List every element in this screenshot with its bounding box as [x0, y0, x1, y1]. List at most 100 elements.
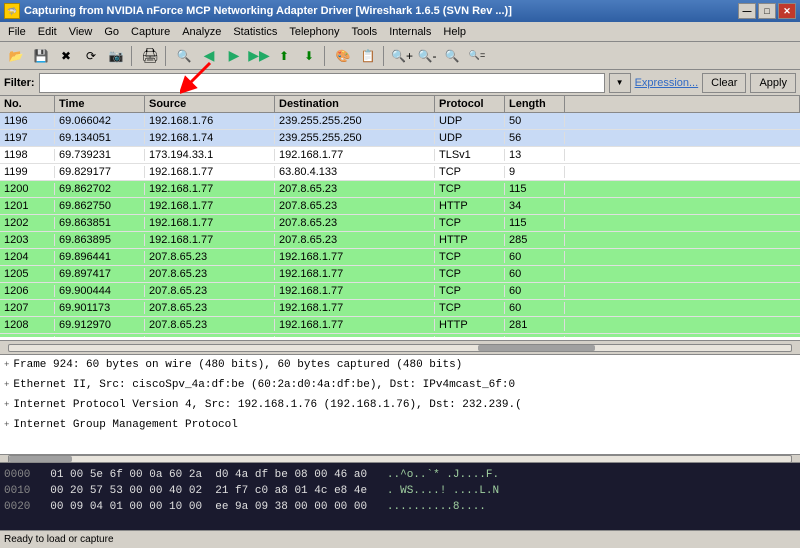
- header-destination[interactable]: Destination: [275, 96, 435, 112]
- minimize-button[interactable]: —: [738, 3, 756, 19]
- back-button[interactable]: ◀: [197, 45, 221, 67]
- cell-len: 285: [505, 234, 565, 246]
- menu-edit[interactable]: Edit: [32, 24, 63, 40]
- expand-icon[interactable]: +: [4, 380, 9, 390]
- menu-telephony[interactable]: Telephony: [283, 24, 345, 40]
- packet-detail: + Frame 924: 60 bytes on wire (480 bits)…: [0, 355, 800, 455]
- cell-len: 9: [505, 166, 565, 178]
- menu-view[interactable]: View: [63, 24, 99, 40]
- colorize-button[interactable]: 🎨: [331, 45, 355, 67]
- expression-button[interactable]: Expression...: [635, 77, 699, 89]
- window-title: Capturing from NVIDIA nForce MCP Network…: [24, 5, 512, 17]
- zoom-out-button[interactable]: 🔍-: [415, 45, 439, 67]
- cell-len: 50: [505, 115, 565, 127]
- detail-row[interactable]: + Internet Protocol Version 4, Src: 192.…: [0, 395, 800, 415]
- table-row[interactable]: 1203 69.863895 192.168.1.77 207.8.65.23 …: [0, 232, 800, 249]
- save-button[interactable]: 💾: [29, 45, 53, 67]
- zoom-reset-button[interactable]: 🔍: [440, 45, 464, 67]
- find-button[interactable]: 🔍: [172, 45, 196, 67]
- menu-analyze[interactable]: Analyze: [176, 24, 227, 40]
- toolbar-separator-3: [324, 46, 328, 66]
- cell-proto: TCP: [435, 183, 505, 195]
- last-button[interactable]: ⬇: [297, 45, 321, 67]
- forward-button[interactable]: ▶: [222, 45, 246, 67]
- maximize-button[interactable]: □: [758, 3, 776, 19]
- cell-no: 1208: [0, 319, 55, 331]
- table-row[interactable]: 1202 69.863851 192.168.1.77 207.8.65.23 …: [0, 215, 800, 232]
- filter-bar: Filter: ▼ Expression... Clear Apply: [0, 70, 800, 96]
- auto-scroll-button[interactable]: 📋: [356, 45, 380, 67]
- detail-row[interactable]: + Frame 924: 60 bytes on wire (480 bits)…: [0, 355, 800, 375]
- cell-src: 192.168.1.77: [145, 183, 275, 195]
- close-capture-button[interactable]: ✖: [54, 45, 78, 67]
- header-info[interactable]: [565, 96, 800, 112]
- table-row[interactable]: 1205 69.897417 207.8.65.23 192.168.1.77 …: [0, 266, 800, 283]
- filter-dropdown[interactable]: ▼: [609, 73, 631, 93]
- menu-capture[interactable]: Capture: [125, 24, 176, 40]
- hex-addr: 0000: [4, 469, 30, 481]
- packet-detail-hscroll[interactable]: [0, 455, 800, 463]
- table-row[interactable]: 1200 69.862702 192.168.1.77 207.8.65.23 …: [0, 181, 800, 198]
- hscroll-track[interactable]: [8, 344, 792, 352]
- detail-text: Internet Protocol Version 4, Src: 192.16…: [13, 399, 521, 411]
- reload-button[interactable]: ⟳: [79, 45, 103, 67]
- apply-button[interactable]: Apply: [750, 73, 796, 93]
- goto-button[interactable]: ▶▶: [247, 45, 271, 67]
- detail-hscroll-track[interactable]: [8, 455, 792, 463]
- hex-line: 0020 00 09 04 01 00 00 10 00 ee 9a 09 38…: [4, 499, 796, 515]
- table-row[interactable]: 1209 69.917987 207.8.65.23 192.168.1.77 …: [0, 334, 800, 337]
- table-row[interactable]: 1197 69.134051 192.168.1.74 239.255.255.…: [0, 130, 800, 147]
- table-row[interactable]: 1208 69.912970 207.8.65.23 192.168.1.77 …: [0, 317, 800, 334]
- detail-row[interactable]: + Ethernet II, Src: ciscoSpv_4a:df:be (6…: [0, 375, 800, 395]
- table-row[interactable]: 1201 69.862750 192.168.1.77 207.8.65.23 …: [0, 198, 800, 215]
- hex-line: 0000 01 00 5e 6f 00 0a 60 2a d0 4a df be…: [4, 467, 796, 483]
- cell-no: 1200: [0, 183, 55, 195]
- detail-text: Internet Group Management Protocol: [13, 419, 237, 431]
- expand-icon[interactable]: +: [4, 420, 9, 430]
- hex-bytes: 01 00 5e 6f 00 0a 60 2a d0 4a df be 08 0…: [50, 469, 367, 481]
- open-button[interactable]: 📂: [4, 45, 28, 67]
- table-row[interactable]: 1199 69.829177 192.168.1.77 63.80.4.133 …: [0, 164, 800, 181]
- expand-icon[interactable]: +: [4, 360, 9, 370]
- header-time[interactable]: Time: [55, 96, 145, 112]
- menu-go[interactable]: Go: [98, 24, 125, 40]
- header-length[interactable]: Length: [505, 96, 565, 112]
- hex-bytes: 00 09 04 01 00 00 10 00 ee 9a 09 38 00 0…: [50, 501, 367, 513]
- cell-dst: 192.168.1.77: [275, 251, 435, 263]
- table-row[interactable]: 1196 69.066042 192.168.1.76 239.255.255.…: [0, 113, 800, 130]
- cell-src: 207.8.65.23: [145, 302, 275, 314]
- close-button[interactable]: ✕: [778, 3, 796, 19]
- detail-hscroll-thumb[interactable]: [9, 456, 72, 462]
- zoom-in-button[interactable]: 🔍+: [390, 45, 414, 67]
- cell-src: 192.168.1.77: [145, 200, 275, 212]
- detail-row[interactable]: + Internet Group Management Protocol: [0, 415, 800, 435]
- table-row[interactable]: 1204 69.896441 207.8.65.23 192.168.1.77 …: [0, 249, 800, 266]
- cell-no: 1196: [0, 115, 55, 127]
- header-protocol[interactable]: Protocol: [435, 96, 505, 112]
- menu-file[interactable]: File: [2, 24, 32, 40]
- cell-no: 1207: [0, 302, 55, 314]
- header-source[interactable]: Source: [145, 96, 275, 112]
- zoom-fit-button[interactable]: 🔍=: [465, 45, 489, 67]
- expand-icon[interactable]: +: [4, 400, 9, 410]
- menu-tools[interactable]: Tools: [346, 24, 384, 40]
- first-button[interactable]: ⬆: [272, 45, 296, 67]
- table-row[interactable]: 1206 69.900444 207.8.65.23 192.168.1.77 …: [0, 283, 800, 300]
- packet-list-header: No. Time Source Destination Protocol Len…: [0, 96, 800, 113]
- menu-internals[interactable]: Internals: [383, 24, 437, 40]
- print-button[interactable]: 🖨: [138, 45, 162, 67]
- cell-time: 69.134051: [55, 132, 145, 144]
- table-row[interactable]: 1207 69.901173 207.8.65.23 192.168.1.77 …: [0, 300, 800, 317]
- filter-input[interactable]: [39, 73, 605, 93]
- header-no[interactable]: No.: [0, 96, 55, 112]
- clear-button[interactable]: Clear: [702, 73, 746, 93]
- menu-help[interactable]: Help: [437, 24, 472, 40]
- cell-proto: TCP: [435, 302, 505, 314]
- menu-statistics[interactable]: Statistics: [227, 24, 283, 40]
- cell-dst: 239.255.255.250: [275, 115, 435, 127]
- cell-dst: 63.80.4.133: [275, 166, 435, 178]
- packet-list-hscroll[interactable]: [0, 341, 800, 355]
- hscroll-thumb[interactable]: [478, 345, 595, 351]
- table-row[interactable]: 1198 69.739231 173.194.33.1 192.168.1.77…: [0, 147, 800, 164]
- camera-button[interactable]: 📷: [104, 45, 128, 67]
